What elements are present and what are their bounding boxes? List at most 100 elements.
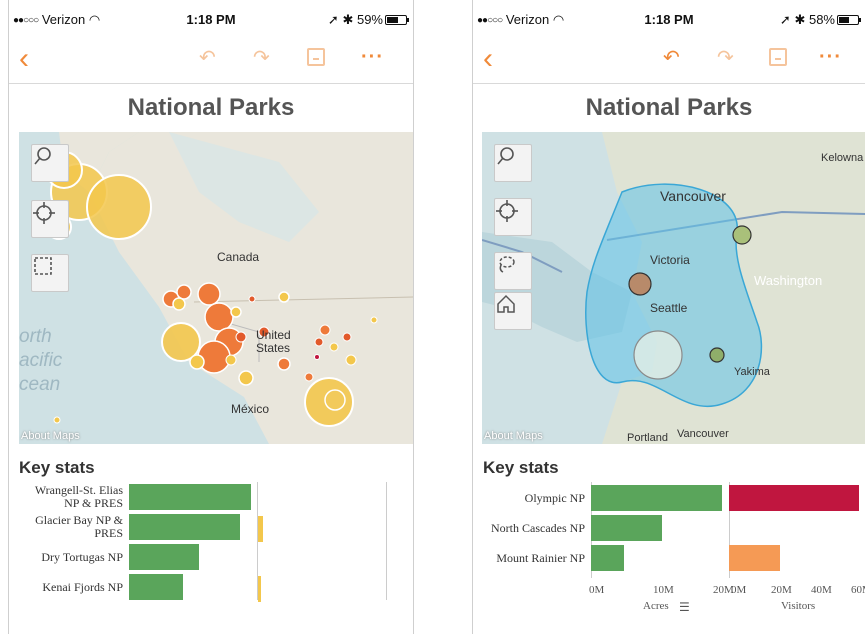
sheet-icon[interactable] — [769, 48, 787, 70]
select-rectangle-icon[interactable] — [31, 254, 69, 292]
back-icon[interactable]: ‹ — [19, 44, 29, 74]
park-marker — [225, 354, 237, 366]
key-stats-title: Key stats — [19, 458, 95, 477]
park-marker — [370, 316, 378, 324]
park-marker — [732, 225, 752, 245]
bar-label: Olympic NP — [524, 491, 585, 505]
bluetooth-icon: ✱ — [342, 12, 354, 27]
park-marker — [176, 284, 192, 300]
park-marker — [329, 342, 339, 352]
undo-icon[interactable]: ↶ — [199, 48, 216, 68]
park-marker — [342, 332, 352, 342]
park-marker — [304, 377, 354, 427]
acres-tick-label: 10M — [653, 584, 674, 596]
park-marker — [235, 331, 247, 343]
battery-percent: 58% — [808, 12, 835, 27]
status-bar: ●●○○○ Verizon ◠ 1:18 PM ➚ ✱ 59% — [9, 0, 413, 38]
visitors-tick-label: 0M — [731, 584, 747, 596]
key-stats-chart: Olympic NP North Cascades NP Mount Rainier… — [473, 480, 865, 620]
sheet-icon[interactable] — [307, 48, 325, 70]
search-icon[interactable] — [31, 144, 69, 182]
page-title: National Parks — [127, 94, 295, 121]
park-marker — [204, 302, 234, 332]
visitors-bar — [258, 516, 263, 542]
undo-icon[interactable]: ↶ — [663, 48, 680, 68]
map-label-vancouver: Vancouver — [660, 188, 726, 204]
map-label-kelowna: Kelowna — [821, 152, 864, 164]
redo-icon[interactable]: ↷ — [253, 48, 270, 68]
park-marker — [53, 416, 61, 424]
map-label-vancouver-wa: Vancouver — [677, 428, 729, 440]
key-stats-title: Key stats — [483, 458, 559, 477]
more-icon[interactable]: ··· — [819, 46, 842, 69]
map-label-portland: Portland — [627, 432, 668, 444]
location-icon: ➚ — [327, 12, 339, 27]
park-marker — [314, 354, 320, 360]
location-icon: ➚ — [779, 12, 791, 27]
locate-icon[interactable] — [494, 198, 532, 236]
redo-icon[interactable]: ↷ — [717, 48, 734, 68]
about-maps-link[interactable]: About Maps — [21, 430, 80, 442]
visitors-bar — [729, 485, 859, 511]
nav-bar: ‹ ↶ ↷ ··· — [9, 38, 413, 84]
map-canvas — [482, 132, 865, 444]
park-marker — [238, 370, 254, 386]
map-view[interactable]: Canada United States México orth acific … — [19, 132, 413, 444]
more-icon[interactable]: ··· — [361, 46, 384, 69]
bar-label: Mount Rainier NP — [496, 551, 585, 565]
bar-label: Kenai Fjords NP — [42, 580, 123, 594]
about-maps-link[interactable]: About Maps — [484, 430, 543, 442]
park-marker — [230, 306, 242, 318]
map-label-united-states: United States — [256, 328, 291, 355]
status-bar: ●●○○○ Verizon ◠ 1:18 PM ➚ ✱ 58% — [473, 0, 865, 38]
search-icon[interactable] — [494, 144, 532, 182]
map-label-mexico: México — [231, 402, 270, 416]
map-view[interactable]: Kelowna Vancouver Victoria Washington Se… — [482, 132, 865, 444]
battery-percent: 59% — [356, 12, 383, 27]
acres-bar — [591, 485, 722, 511]
acres-bar — [591, 545, 624, 571]
locate-icon[interactable] — [31, 200, 69, 238]
map-canvas — [45, 132, 413, 444]
key-stats-chart: Wrangell-St. Elias NP & PRES Glacier Bay … — [9, 480, 413, 620]
bar-label: Dry Tortugas NP — [41, 550, 123, 564]
map-label-victoria: Victoria — [650, 253, 690, 267]
visitors-bar — [729, 545, 781, 571]
page-title: National Parks — [585, 94, 753, 121]
park-marker — [277, 357, 291, 371]
park-marker — [314, 337, 324, 347]
left-phone-screen: ●●○○○ Verizon ◠ 1:18 PM ➚ ✱ 59% ‹ ↶ ↷ ··… — [8, 0, 414, 634]
visitors-bar — [258, 576, 261, 602]
axis-line — [386, 482, 387, 600]
park-marker — [345, 354, 357, 366]
park-marker — [304, 372, 314, 382]
acres-bar — [129, 574, 183, 600]
sort-icon: ☰ — [679, 600, 690, 614]
map-label-washington: Washington — [754, 273, 823, 288]
map-label-canada: Canada — [217, 250, 260, 264]
map-label-ocean: orth acific cean — [19, 326, 63, 395]
park-marker — [189, 354, 205, 370]
park-marker — [633, 330, 683, 380]
nav-bar: ‹ ↶ ↷ ··· — [473, 38, 865, 84]
park-marker — [248, 295, 256, 303]
back-icon[interactable]: ‹ — [483, 44, 493, 74]
park-marker — [628, 272, 652, 296]
bar-label: Glacier Bay NP & PRES — [35, 513, 123, 540]
acres-bar — [129, 484, 251, 510]
acres-axis-label: Acres — [643, 600, 669, 612]
acres-bar — [591, 515, 662, 541]
battery-icon — [385, 15, 409, 25]
visitors-tick-label: 40M — [811, 584, 832, 596]
lasso-select-icon[interactable] — [494, 252, 532, 290]
right-phone-screen: ●●○○○ Verizon ◠ 1:18 PM ➚ ✱ 58% ‹ ↶ ↷ ··… — [472, 0, 865, 634]
park-marker — [86, 174, 152, 240]
home-icon[interactable] — [494, 292, 532, 330]
map-label-seattle: Seattle — [650, 301, 688, 315]
park-marker — [197, 282, 221, 306]
battery-icon — [837, 15, 861, 25]
park-marker — [172, 297, 186, 311]
bar-label: North Cascades NP — [491, 521, 585, 535]
acres-bar — [129, 514, 241, 540]
visitors-axis-label: Visitors — [781, 600, 816, 612]
